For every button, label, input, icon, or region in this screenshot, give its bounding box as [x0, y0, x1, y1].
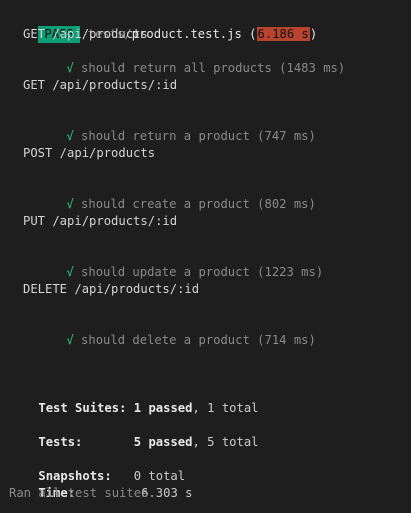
- test-name: should return all products: [81, 61, 272, 75]
- test-file-header: PASS tests/product.test.js (6.186 s): [9, 9, 317, 43]
- terminal-output: PASS tests/product.test.js (6.186 s) GET …: [0, 0, 411, 513]
- test-duration: (802 ms): [257, 197, 316, 211]
- summary-label: Test Suites:: [38, 401, 127, 415]
- summary-snapshots: Snapshots: 0 total: [9, 451, 185, 483]
- summary-label: Tests:: [38, 435, 83, 449]
- test-duration: (1223 ms): [257, 265, 324, 279]
- test-name: should return a product: [81, 129, 250, 143]
- check-icon: √: [66, 265, 74, 279]
- summary-passed: 5 passed: [133, 435, 193, 449]
- check-icon: √: [66, 197, 74, 211]
- test-group-title: GET /api/products/:id: [23, 78, 178, 92]
- test-group-title: PUT /api/products/:id: [23, 214, 178, 228]
- check-icon: √: [66, 61, 74, 75]
- test-result-row: √ should delete a product (714 ms): [37, 315, 316, 347]
- summary-passed: 1 passed: [133, 401, 193, 415]
- summary-tests: Tests: 5 passed, 5 total: [9, 417, 258, 449]
- summary-total: , 5 total: [192, 435, 259, 449]
- test-name: should delete a product: [81, 333, 250, 347]
- check-icon: √: [66, 333, 74, 347]
- test-name: should create a product: [81, 197, 250, 211]
- summary-test-suites: Test Suites: 1 passed, 1 total: [9, 383, 258, 415]
- duration-badge: 6.186 s: [256, 27, 310, 41]
- check-icon: √: [66, 129, 74, 143]
- test-duration: (1483 ms): [279, 61, 346, 75]
- test-result-row: √ should create a product (802 ms): [37, 179, 316, 211]
- test-file-name: product.test.js: [131, 27, 242, 41]
- test-group-title: DELETE /api/products/:id: [23, 282, 200, 296]
- summary-time: Time: 6.303 s: [9, 468, 192, 500]
- test-group-title: POST /api/products: [23, 146, 156, 160]
- test-result-row: √ should return all products (1483 ms): [37, 43, 345, 75]
- test-result-row: √ should update a product (1223 ms): [37, 247, 323, 279]
- summary-total: , 1 total: [192, 401, 259, 415]
- test-name: should update a product: [81, 265, 250, 279]
- test-duration: (714 ms): [257, 333, 316, 347]
- duration-paren-close: ): [309, 27, 318, 41]
- summary-footer: Ran all test suites.: [9, 486, 156, 500]
- test-duration: (747 ms): [257, 129, 316, 143]
- test-result-row: √ should return a product (747 ms): [37, 111, 316, 143]
- duration-paren-open: (: [249, 27, 257, 41]
- test-group-title: GET /api/products: [23, 27, 148, 41]
